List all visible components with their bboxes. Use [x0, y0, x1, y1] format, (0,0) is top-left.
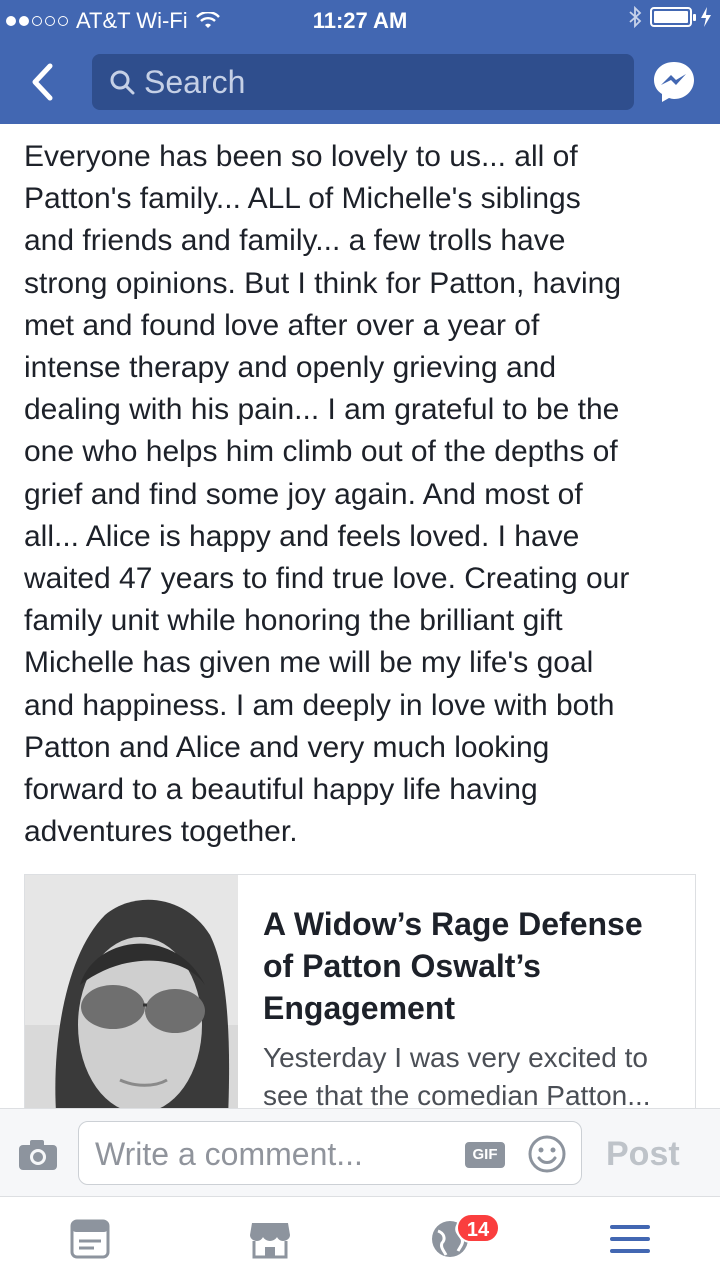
- comment-placeholder: Write a comment...: [95, 1136, 363, 1172]
- status-bar: AT&T Wi-Fi 11:27 AM: [0, 0, 720, 40]
- post-button[interactable]: Post: [606, 1135, 680, 1174]
- search-input[interactable]: Search: [92, 54, 634, 110]
- camera-icon[interactable]: [18, 1139, 58, 1171]
- post-body-text: Everyone has been so lovely to us... all…: [24, 140, 630, 849]
- marketplace-icon[interactable]: [248, 1217, 292, 1261]
- bottom-tab-bar: 14: [0, 1196, 720, 1282]
- menu-icon[interactable]: [608, 1217, 652, 1261]
- back-button[interactable]: [20, 60, 64, 104]
- app-header: AT&T Wi-Fi 11:27 AM Search: [0, 0, 720, 124]
- link-title[interactable]: A Widow’s Rage Defense of Patton Oswalt’…: [263, 903, 673, 1029]
- chevron-left-icon: [32, 63, 53, 101]
- notification-count-badge: 14: [456, 1213, 500, 1243]
- gif-button[interactable]: GIF: [465, 1142, 505, 1168]
- messenger-icon[interactable]: [650, 58, 698, 106]
- status-time: 11:27 AM: [312, 8, 408, 33]
- search-placeholder: Search: [144, 63, 246, 100]
- search-icon: [110, 70, 135, 95]
- news-feed-icon[interactable]: [68, 1217, 112, 1261]
- battery-icon: [650, 7, 696, 27]
- charging-icon: [701, 7, 711, 27]
- comment-composer: Write a comment... GIF Post: [0, 1108, 720, 1196]
- emoji-icon[interactable]: [527, 1134, 567, 1174]
- comment-input[interactable]: Write a comment... GIF: [78, 1121, 582, 1185]
- bluetooth-icon: [629, 6, 642, 28]
- nav-bar: Search: [0, 40, 720, 124]
- link-description: Yesterday I was very excited to see that…: [263, 1042, 651, 1111]
- status-indicators: [628, 6, 712, 28]
